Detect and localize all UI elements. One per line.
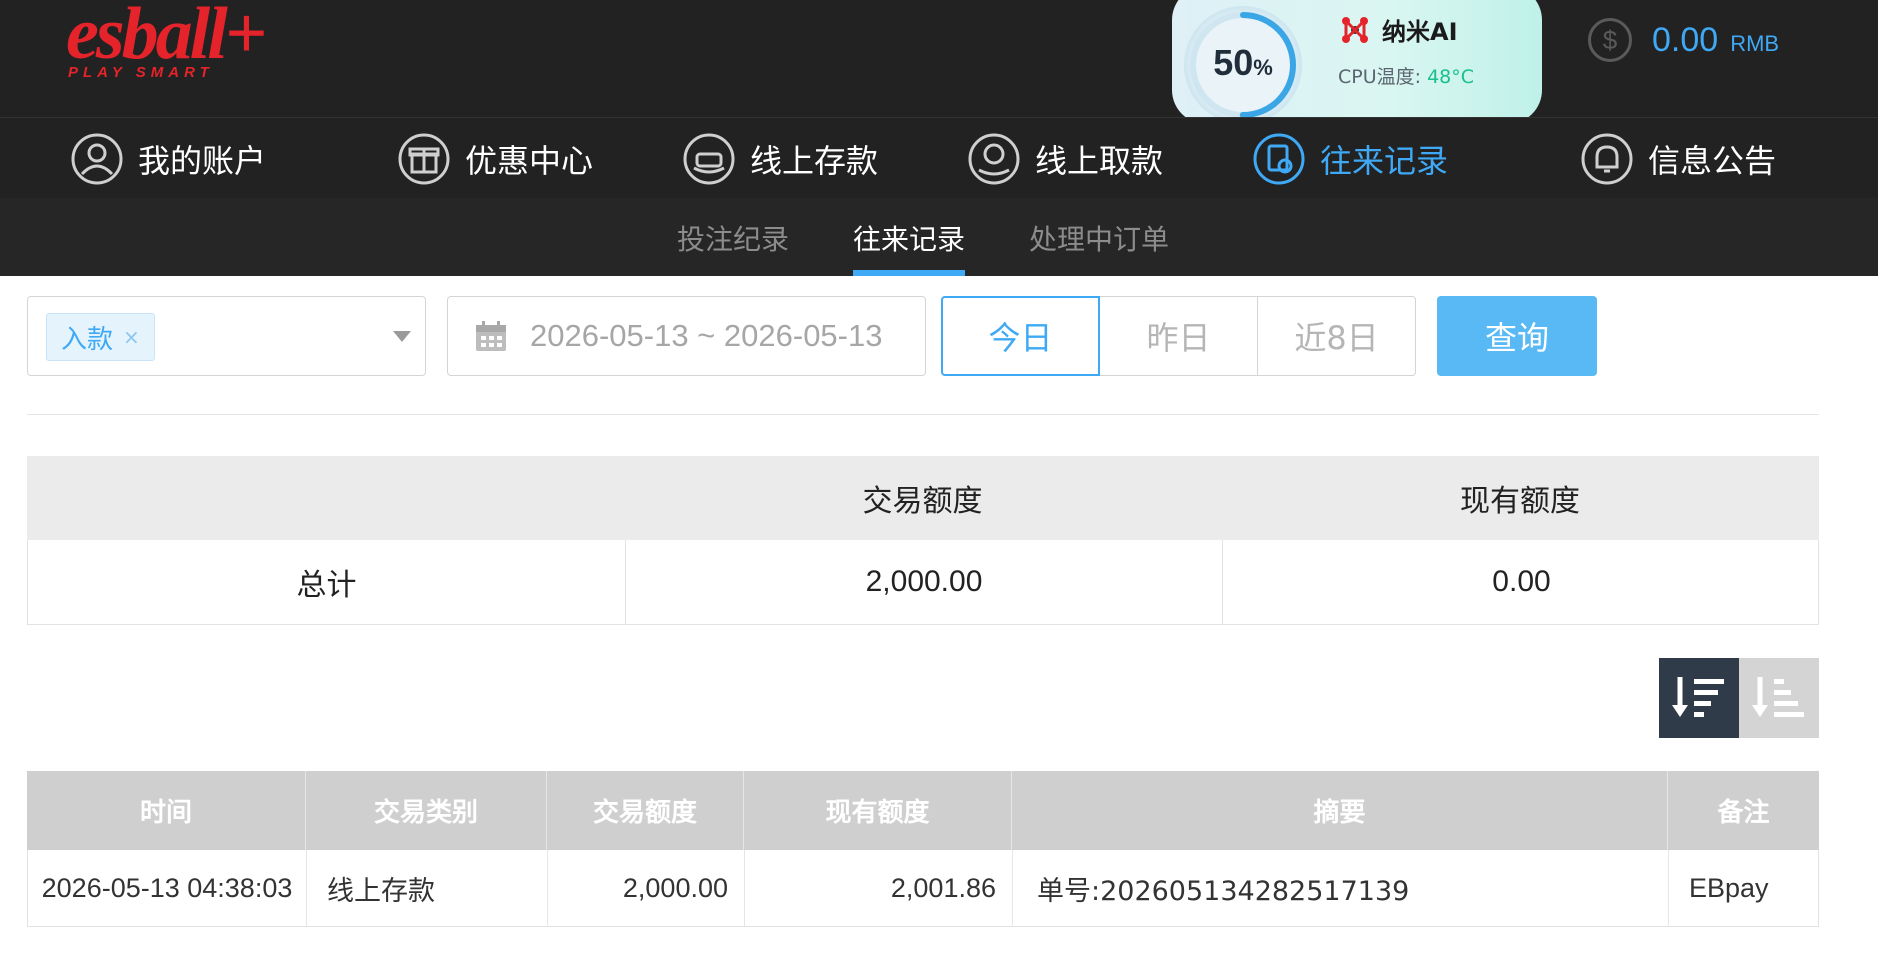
summary-current-balance: 0.00 [1222,540,1820,624]
tag-close-icon[interactable]: × [123,325,140,349]
nav-item-announcements[interactable]: 信息公告 [1580,130,1776,188]
esball-logo[interactable]: esball+ PLAY SMART [66,0,286,88]
range-yesterday-button[interactable]: 昨日 [1099,296,1258,376]
summary-transaction-amount: 2,000.00 [625,540,1222,624]
nav-item-my-account[interactable]: 我的账户 [70,130,266,188]
sort-ascending-icon [1752,677,1804,717]
type-tag-label: 入款 [61,324,114,355]
sort-descending-button[interactable] [1659,658,1739,738]
balance-display: $ 0.00 RMB [1588,18,1779,62]
nav-label: 信息公告 [1648,142,1777,180]
divider [27,414,1819,415]
withdraw-icon [968,133,1020,185]
column-header-balance[interactable]: 现有额度 [744,771,1012,850]
sub-nav: 投注纪录 往来记录 处理中订单 [0,198,1878,276]
column-header-time[interactable]: 时间 [27,771,306,850]
ai-title-text: 纳米AI [1382,18,1458,46]
summary-total-label: 总计 [296,568,357,603]
chevron-down-icon[interactable] [393,331,411,342]
nav-label: 线上存款 [750,142,879,180]
records-header-row: 时间 交易类别 交易额度 现有额度 摘要 备注 [27,771,1819,850]
dollar-icon: $ [1588,18,1632,62]
nav-label: 线上取款 [1035,142,1164,180]
records-table: 时间 交易类别 交易额度 现有额度 摘要 备注 2026-05-13 04:38… [27,771,1819,927]
cell-type: 线上存款 [307,850,548,926]
summary-row: 总计 2,000.00 0.00 [27,540,1819,625]
sort-ascending-button[interactable] [1739,658,1819,738]
tab-bet-records[interactable]: 投注纪录 [677,218,789,258]
nav-label: 优惠中心 [465,142,594,180]
type-tag: 入款 × [46,313,155,361]
logo-tagline: PLAY SMART [68,64,214,81]
balance-amount: 0.00 [1652,20,1719,59]
gift-icon [398,133,450,185]
cpu-gauge: 50% [1184,6,1302,124]
column-header-amount[interactable]: 交易额度 [547,771,744,850]
range-today-button[interactable]: 今日 [941,296,1100,376]
column-header-summary[interactable]: 摘要 [1012,771,1668,850]
cell-time: 2026-05-13 04:38:03 [28,850,307,926]
query-button[interactable]: 查询 [1437,296,1597,376]
nami-ai-widget[interactable]: 50% 纳米AI CPU温度: 48°C [1172,0,1542,124]
table-row[interactable]: 2026-05-13 04:38:03 线上存款 2,000.00 2,001.… [27,850,1819,927]
records-icon [1253,133,1305,185]
transaction-type-select[interactable]: 入款 × [27,296,426,376]
sort-descending-icon [1672,677,1724,717]
cpu-temperature: CPU温度: 48°C [1338,66,1475,88]
main-nav: 我的账户 优惠中心 线上存款 线上取款 往来记录 信息公告 [0,117,1878,198]
summary-header-cell [27,456,624,540]
bell-icon [1581,133,1633,185]
tab-transactions[interactable]: 往来记录 [853,218,965,258]
nav-item-promotions[interactable]: 优惠中心 [397,130,593,188]
balance-unit: RMB [1730,31,1780,56]
active-tab-indicator [853,270,965,276]
gauge-percent: 50% [1213,42,1273,83]
date-range-value: 2026-05-13 ~ 2026-05-13 [530,318,883,353]
top-header: esball+ PLAY SMART $ 0.00 RMB [0,0,1878,117]
range-last-8-days-button[interactable]: 近8日 [1257,296,1416,376]
nav-label: 往来记录 [1320,142,1449,180]
user-icon [71,133,123,185]
calendar-icon [476,321,506,351]
nav-item-online-deposit[interactable]: 线上存款 [682,130,878,188]
summary-header-cell: 现有额度 [1460,484,1580,519]
tab-pending-orders[interactable]: 处理中订单 [1029,218,1169,258]
cell-amount: 2,000.00 [548,850,745,926]
nav-label: 我的账户 [138,142,267,180]
nav-item-online-withdraw[interactable]: 线上取款 [967,130,1163,188]
cell-balance: 2,001.86 [745,850,1013,926]
date-range-picker[interactable]: 2026-05-13 ~ 2026-05-13 [447,296,926,376]
column-header-remark[interactable]: 备注 [1668,771,1819,850]
nami-ai-logo-icon [1342,16,1368,43]
cell-summary: 单号:202605134282517139 [1013,850,1669,926]
summary-header: 交易额度 现有额度 [27,456,1819,540]
deposit-icon [683,133,735,185]
logo-wordmark: esball+ [66,0,267,75]
ai-title: 纳米AI [1340,12,1458,47]
cell-remark: EBpay [1689,872,1769,903]
nav-item-records[interactable]: 往来记录 [1252,130,1448,188]
column-header-type[interactable]: 交易类别 [306,771,547,850]
summary-header-cell: 交易额度 [862,484,983,519]
